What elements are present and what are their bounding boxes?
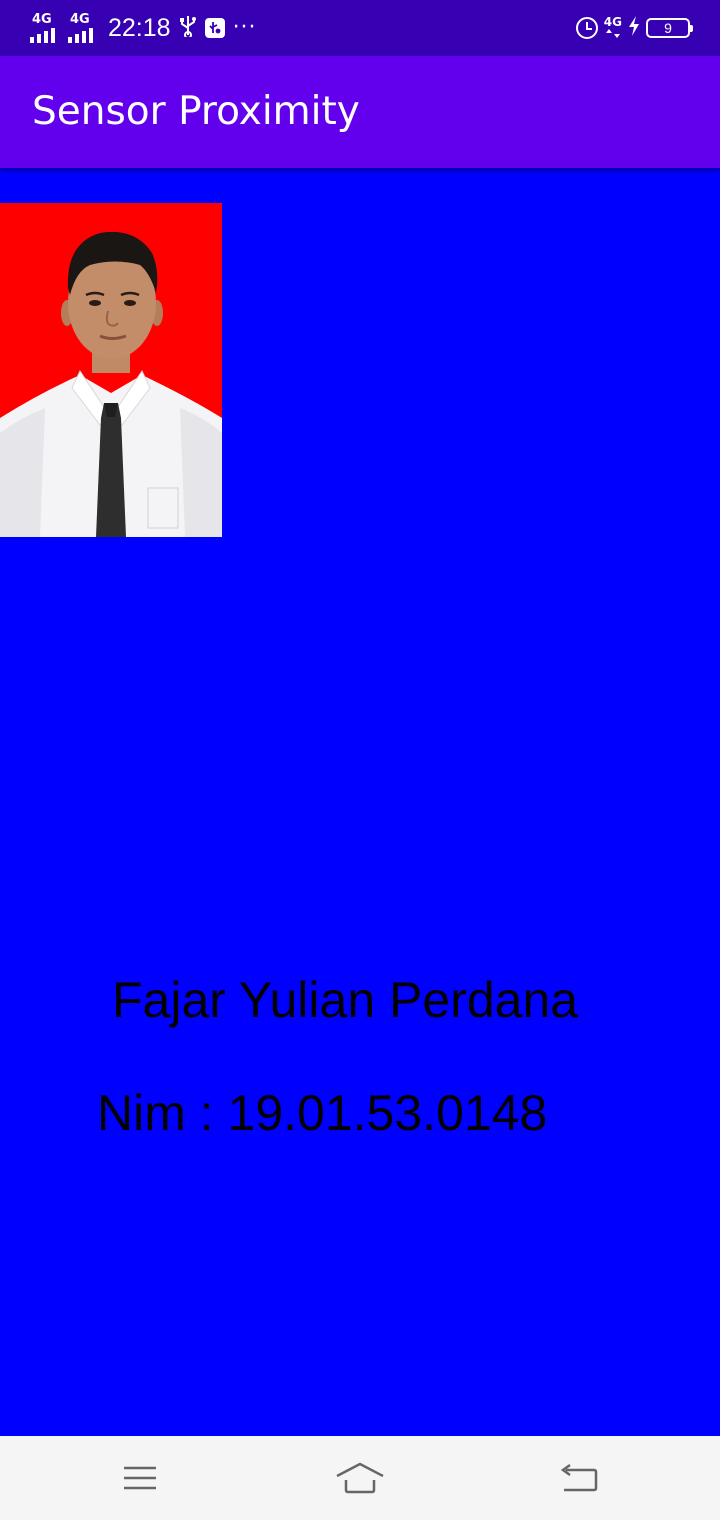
network-type: 4G <box>604 16 622 40</box>
student-nim: Nim : 19.01.53.0148 <box>97 1085 548 1141</box>
bolt-icon <box>628 16 640 40</box>
profile-photo <box>0 203 222 537</box>
menu-button[interactable] <box>110 1456 170 1500</box>
usb-icon <box>179 15 197 42</box>
status-left: 4G 4G 22:18 ··· <box>30 10 257 46</box>
alarm-icon <box>575 17 598 39</box>
clock: 22:18 <box>108 14 171 42</box>
signal-strength-icon: 4G <box>68 13 98 43</box>
back-button[interactable] <box>550 1456 610 1500</box>
status-bar: 4G 4G 22:18 ··· 4G 9 <box>0 0 720 56</box>
usb-debug-icon <box>204 18 225 38</box>
home-icon <box>336 1462 384 1494</box>
signal-label: 4G <box>70 12 90 27</box>
network-type-label: 4G <box>603 15 622 29</box>
student-name: Fajar Yulian Perdana <box>112 972 579 1028</box>
profile-photo-image <box>0 203 222 537</box>
screen: 4G 4G 22:18 ··· 4G 9 Sensor Proximity Fa… <box>0 0 720 1520</box>
signal-label: 4G <box>32 12 52 27</box>
app-bar: Sensor Proximity <box>0 56 720 168</box>
more-notifications-icon: ··· <box>232 15 257 40</box>
app-title: Sensor Proximity <box>32 89 360 134</box>
signal-strength-icon: 4G <box>30 13 60 43</box>
navigation-bar <box>0 1436 720 1520</box>
back-icon <box>560 1463 598 1492</box>
menu-icon <box>124 1466 156 1490</box>
status-right: 4G 9 <box>575 12 693 44</box>
battery-level: 9 <box>664 20 672 36</box>
battery-icon: 9 <box>646 18 693 38</box>
home-button[interactable] <box>330 1456 390 1500</box>
